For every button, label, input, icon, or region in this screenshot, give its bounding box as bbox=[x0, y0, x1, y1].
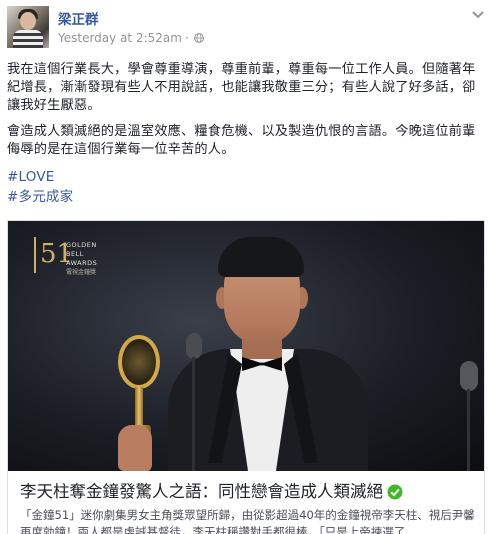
link-title[interactable]: 李天柱奪金鐘發驚人之語：同性戀會造成人類滅絕 bbox=[20, 481, 480, 503]
link-description: 「金鐘51」迷你劇集男女主角獎眾望所歸，由從影超過40年的金鐘視帝李天柱、視后尹… bbox=[20, 508, 475, 534]
link-title-text[interactable]: 李天柱奪金鐘發驚人之語：同性戀會造成人類滅絕 bbox=[20, 481, 383, 503]
chevron-down-icon[interactable] bbox=[471, 10, 485, 20]
logo-line-bell: BELL bbox=[66, 250, 84, 258]
shared-link-card[interactable]: 51 GOLDEN BELL AWARDS 電視金鐘獎 李天柱奪金鐘發驚人之語：… bbox=[7, 220, 485, 534]
avatar-face bbox=[20, 12, 36, 30]
trophy-ring bbox=[118, 335, 160, 389]
trophy-stem bbox=[135, 387, 143, 427]
mic-head bbox=[186, 333, 202, 359]
speaker-hair bbox=[218, 237, 304, 277]
post-paragraph-2: 會造成人類滅絕的是溫室效應、糧食危機、以及製造仇恨的言語。今晚這位前輩侮辱的是在… bbox=[7, 124, 476, 157]
speaker-hand bbox=[118, 425, 152, 471]
post-header: 梁正群 Yesterday at 2:52am · bbox=[7, 6, 487, 50]
post-timestamp[interactable]: Yesterday at 2:52am bbox=[58, 31, 182, 45]
mic-stem bbox=[192, 357, 195, 471]
golden-bell-logo: 51 GOLDEN BELL AWARDS 電視金鐘獎 bbox=[34, 233, 124, 279]
avatar-body bbox=[13, 30, 43, 48]
post-meta: Yesterday at 2:52am · bbox=[58, 31, 204, 45]
hashtag-marriage-equality[interactable]: #多元成家 bbox=[7, 187, 487, 207]
hashtag-love[interactable]: #LOVE bbox=[7, 167, 487, 187]
globe-icon[interactable] bbox=[193, 33, 204, 43]
mic-stem bbox=[467, 389, 470, 471]
mic-head bbox=[460, 361, 478, 391]
post-paragraph-1: 我在這個行業長大，學會尊重導演，尊重前輩，尊重每一位工作人員。但隨著年紀增長，漸… bbox=[7, 62, 476, 113]
logo-mark: 51 bbox=[34, 237, 73, 273]
link-preview-image[interactable]: 51 GOLDEN BELL AWARDS 電視金鐘獎 bbox=[8, 221, 484, 471]
microphone-right bbox=[460, 361, 480, 471]
logo-chinese-name: 電視金鐘獎 bbox=[66, 269, 97, 276]
microphone-left bbox=[186, 333, 202, 471]
post-body: 我在這個行業長大，學會尊重導演，尊重前輩，尊重每一位工作人員。但隨著年紀增長，漸… bbox=[7, 61, 487, 207]
verified-check-icon bbox=[387, 484, 403, 500]
logo-wordmark: GOLDEN BELL AWARDS bbox=[66, 241, 97, 268]
author-avatar[interactable] bbox=[7, 6, 49, 48]
logo-line-golden: GOLDEN bbox=[66, 241, 97, 249]
speaker-figure bbox=[168, 229, 398, 471]
author-name-link[interactable]: 梁正群 bbox=[58, 8, 99, 28]
meta-separator: · bbox=[184, 31, 189, 45]
